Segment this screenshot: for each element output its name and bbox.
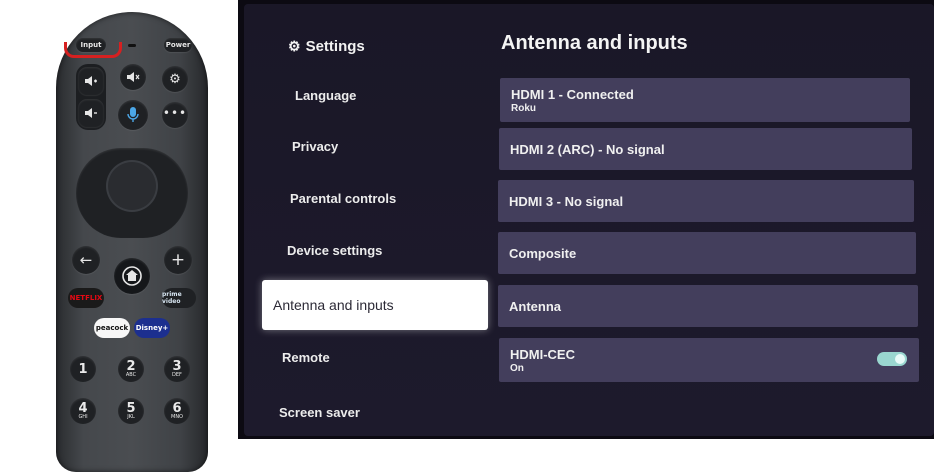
key-2-letters: ABC bbox=[125, 371, 137, 378]
microphone-icon bbox=[127, 107, 139, 122]
key-1-digit: 1 bbox=[78, 361, 88, 377]
input-row-title: Antenna bbox=[509, 298, 561, 314]
input-row-title: HDMI-CEC bbox=[510, 346, 575, 362]
power-button[interactable]: Power bbox=[164, 38, 192, 52]
key-5-letters: JKL bbox=[127, 413, 135, 420]
input-row-hdmi-2[interactable]: HDMI 2 (ARC) - No signal bbox=[499, 128, 912, 170]
key-2[interactable]: 2 ABC bbox=[118, 356, 144, 382]
remote-body: Input Power ⚙ ••• ← + NETFLIX prime vide… bbox=[56, 12, 208, 472]
toggle-knob bbox=[895, 354, 905, 364]
more-button[interactable]: ••• bbox=[162, 102, 188, 128]
input-row-subtitle: On bbox=[510, 362, 524, 374]
back-arrow-icon: ← bbox=[79, 251, 93, 269]
mute-icon bbox=[127, 72, 140, 82]
directional-pad[interactable] bbox=[76, 148, 188, 238]
key-4[interactable]: 4 GHI bbox=[70, 398, 96, 424]
menu-item-antenna-and-inputs[interactable]: Antenna and inputs bbox=[262, 280, 488, 330]
volume-down-button[interactable] bbox=[78, 99, 104, 127]
peacock-button[interactable]: peacock bbox=[94, 318, 130, 338]
menu-item-device-settings[interactable]: Device settings bbox=[287, 243, 382, 258]
prime-video-button[interactable]: prime video bbox=[162, 288, 196, 308]
key-3-letters: DEF bbox=[172, 371, 182, 378]
key-3[interactable]: 3 DEF bbox=[164, 356, 190, 382]
plus-icon: + bbox=[170, 250, 186, 270]
key-6-digit: 6 bbox=[172, 400, 182, 416]
input-highlight-marker bbox=[64, 42, 122, 58]
input-row-title: HDMI 3 - No signal bbox=[509, 193, 624, 209]
input-row-antenna[interactable]: Antenna bbox=[498, 285, 918, 327]
key-4-digit: 4 bbox=[78, 400, 88, 416]
plus-button[interactable]: + bbox=[164, 246, 192, 274]
volume-up-button[interactable] bbox=[78, 67, 104, 95]
menu-item-language[interactable]: Language bbox=[295, 88, 356, 103]
menu-item-privacy[interactable]: Privacy bbox=[292, 139, 338, 154]
power-button-label: Power bbox=[165, 41, 191, 49]
input-row-hdmi-3[interactable]: HDMI 3 - No signal bbox=[498, 180, 914, 222]
disney-plus-button[interactable]: Disney+ bbox=[134, 318, 170, 338]
key-2-digit: 2 bbox=[126, 358, 136, 374]
tv-screen: ⚙ Settings Language Privacy Parental con… bbox=[244, 4, 934, 436]
ok-button[interactable] bbox=[108, 162, 156, 210]
remote-photo: Input Power ⚙ ••• ← + NETFLIX prime vide… bbox=[0, 0, 238, 472]
gear-icon: ⚙ bbox=[169, 71, 181, 87]
more-icon: ••• bbox=[162, 106, 188, 120]
home-button[interactable] bbox=[114, 258, 150, 294]
menu-item-screen-saver[interactable]: Screen saver bbox=[279, 405, 360, 420]
menu-item-parental-controls[interactable]: Parental controls bbox=[290, 191, 396, 206]
volume-rocker bbox=[76, 64, 106, 130]
menu-item-remote[interactable]: Remote bbox=[282, 350, 330, 365]
mute-button[interactable] bbox=[120, 64, 146, 90]
peacock-label: peacock bbox=[95, 324, 129, 332]
key-1[interactable]: 1 bbox=[70, 356, 96, 382]
volume-up-icon bbox=[85, 76, 97, 86]
input-row-title: Composite bbox=[509, 245, 577, 261]
input-row-subtitle: Roku bbox=[511, 102, 536, 114]
key-5[interactable]: 5 JKL bbox=[118, 398, 144, 424]
netflix-label: NETFLIX bbox=[69, 294, 103, 302]
input-row-title: HDMI 2 (ARC) - No signal bbox=[510, 141, 665, 157]
menu-item-antenna-label: Antenna and inputs bbox=[273, 297, 394, 313]
voice-button[interactable] bbox=[118, 100, 148, 130]
key-3-digit: 3 bbox=[172, 358, 182, 374]
netflix-button[interactable]: NETFLIX bbox=[68, 288, 104, 308]
key-6-letters: MNO bbox=[171, 413, 183, 420]
page-title: Antenna and inputs bbox=[501, 32, 688, 54]
settings-heading: ⚙ Settings bbox=[288, 38, 365, 55]
input-row-hdmi-1[interactable]: HDMI 1 - Connected Roku bbox=[500, 78, 910, 122]
settings-button[interactable]: ⚙ bbox=[162, 66, 188, 92]
prime-video-label: prime video bbox=[162, 291, 182, 305]
key-5-digit: 5 bbox=[126, 400, 136, 416]
input-row-hdmi-cec[interactable]: HDMI-CEC On bbox=[499, 338, 919, 382]
volume-down-icon bbox=[85, 108, 97, 118]
disney-plus-label: Disney+ bbox=[135, 324, 169, 332]
home-icon bbox=[122, 266, 142, 286]
tv-frame: ⚙ Settings Language Privacy Parental con… bbox=[238, 0, 934, 439]
input-row-composite[interactable]: Composite bbox=[498, 232, 916, 274]
input-row-title: HDMI 1 - Connected bbox=[511, 86, 634, 102]
back-button[interactable]: ← bbox=[72, 246, 100, 274]
settings-title: Settings bbox=[305, 38, 365, 55]
hdmi-cec-toggle[interactable] bbox=[877, 352, 907, 366]
key-4-letters: GHI bbox=[78, 413, 88, 420]
indicator-light bbox=[128, 44, 136, 47]
key-6[interactable]: 6 MNO bbox=[164, 398, 190, 424]
gear-icon: ⚙ bbox=[288, 38, 301, 54]
